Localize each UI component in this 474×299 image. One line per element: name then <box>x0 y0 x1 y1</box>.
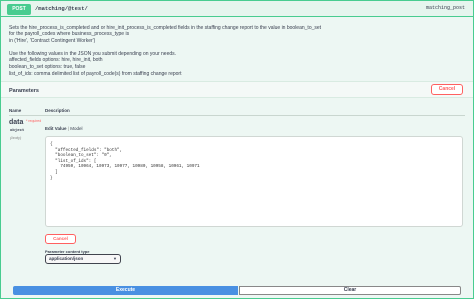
parameter-type: object <box>10 129 25 133</box>
tab-separator: | <box>67 126 69 131</box>
content-type-select[interactable]: application/json ▼ <box>45 254 121 264</box>
tab-model[interactable]: Model <box>70 126 82 131</box>
cancel-try-button[interactable]: Cancel <box>431 84 463 95</box>
parameters-header: Parameters Cancel <box>1 81 473 98</box>
parameter-location: (body) <box>10 135 22 140</box>
endpoint-path: /matching/@test/ <box>35 5 88 12</box>
divider <box>9 115 465 116</box>
execute-button[interactable]: Execute <box>13 286 238 295</box>
method-badge: POST <box>7 4 31 15</box>
required-marker: * required <box>26 119 42 123</box>
request-body-textarea[interactable]: { "affected_fields": "both", "boolean_to… <box>45 136 463 227</box>
parameter-name: data <box>9 119 24 126</box>
body-tabs: Edit Value | Model <box>45 126 82 131</box>
column-header-name: Name <box>9 108 22 113</box>
column-header-description: Description <box>45 108 70 113</box>
chevron-down-icon: ▼ <box>113 256 117 261</box>
operation-id: matching_post <box>425 5 465 11</box>
operation-description: Sets the hire_process_is_completed and o… <box>9 25 449 77</box>
clear-button[interactable]: Clear <box>239 286 461 295</box>
tab-edit-value[interactable]: Edit Value <box>45 126 67 131</box>
parameters-title: Parameters <box>9 88 39 94</box>
cancel-edit-button[interactable]: Cancel <box>45 234 76 244</box>
content-type-value: application/json <box>49 256 84 261</box>
operation-summary[interactable]: POST /matching/@test/ matching_post <box>1 1 473 17</box>
operation-block: POST /matching/@test/ matching_post Sets… <box>0 0 474 299</box>
usage-line: list_of_ids: comma delimited list of pay… <box>9 70 182 77</box>
